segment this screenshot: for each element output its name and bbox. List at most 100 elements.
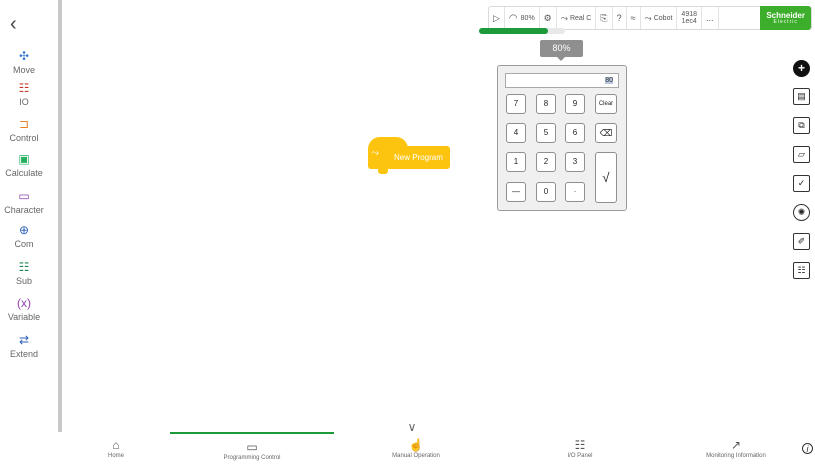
key-9[interactable]: 9 xyxy=(565,94,585,114)
keypad-display-value: 80 xyxy=(605,77,613,84)
run-button[interactable]: ▷ xyxy=(489,7,505,29)
sliders-icon: ☷ xyxy=(574,438,586,452)
lock-button[interactable]: ✐ xyxy=(793,233,810,250)
clipboard-button[interactable]: ⎘ xyxy=(596,7,613,29)
block-body: New Program xyxy=(368,146,450,169)
variable-icon: (x) xyxy=(17,296,31,310)
new-program-block[interactable]: New Program ⤳ xyxy=(368,137,450,176)
robot-arm-icon: ⤳ xyxy=(644,12,652,23)
keypad-display[interactable]: 80 xyxy=(505,73,619,88)
settings-button[interactable]: ⚙ xyxy=(540,7,557,29)
back-button[interactable]: ‹ xyxy=(10,14,30,34)
sidebar-item-move[interactable]: ✣ Move xyxy=(0,49,48,75)
wifi-icon: ≈ xyxy=(630,13,636,23)
mode-button[interactable]: ⤳ Real C xyxy=(557,7,597,29)
sidebar-item-control[interactable]: ⊐ Control xyxy=(0,117,48,143)
hand-icon: ☝ xyxy=(408,438,424,452)
tab-programming-label: Programming Control xyxy=(223,455,281,461)
globe-icon: ⊕ xyxy=(18,223,30,237)
io-icon: ☷ xyxy=(18,81,30,95)
tab-manual-label: Manual Operation xyxy=(392,453,440,459)
save-button[interactable]: ▤ xyxy=(793,88,810,105)
debug-button[interactable]: ✺ xyxy=(793,204,810,221)
help-button[interactable]: ? xyxy=(613,7,627,29)
key-5[interactable]: 5 xyxy=(536,123,556,143)
robot-arm-icon: ⤳ xyxy=(560,12,568,23)
tab-io-panel[interactable]: ☷ I/O Panel xyxy=(498,432,662,467)
key-2[interactable]: 2 xyxy=(536,152,556,172)
block-label: New Program xyxy=(394,153,443,162)
sidebar-item-variable[interactable]: (x) Variable xyxy=(0,296,48,322)
tab-monitoring-information[interactable]: ↗ Monitoring Information xyxy=(662,432,810,467)
numeric-keypad: 80 7 8 9 Clear 4 5 6 ⌫ 1 2 3 √ — 0 · xyxy=(497,65,627,211)
more-button[interactable]: ... xyxy=(702,7,719,29)
calculator-button[interactable]: ☷ xyxy=(793,262,810,279)
add-button[interactable]: + xyxy=(793,60,810,77)
robot-button[interactable]: ⤳ Cobot xyxy=(641,7,678,29)
open-folder-button[interactable]: ▱ xyxy=(793,146,810,163)
check-icon: ✓ xyxy=(797,178,806,188)
key-8[interactable]: 8 xyxy=(536,94,556,114)
robot-id: 4918 1ec4 xyxy=(677,7,702,29)
backspace-icon: ⌫ xyxy=(599,128,613,138)
monitor-icon: ▭ xyxy=(246,440,258,454)
wifi-button[interactable]: ≈ xyxy=(627,7,641,29)
more-label: ... xyxy=(706,13,714,23)
key-6[interactable]: 6 xyxy=(565,123,585,143)
robot-label: Cobot xyxy=(653,14,673,22)
key-1[interactable]: 1 xyxy=(506,152,526,172)
sidebar-item-extend[interactable]: ⇄ Extend xyxy=(0,333,48,359)
help-label: ? xyxy=(616,13,622,23)
move-arrows-icon: ✣ xyxy=(18,49,30,63)
speed-value: 80% xyxy=(520,14,535,22)
key-confirm[interactable]: √ xyxy=(595,152,617,203)
key-clear[interactable]: Clear xyxy=(595,94,617,114)
check-button[interactable]: ✓ xyxy=(793,175,810,192)
play-icon: ▷ xyxy=(493,12,500,23)
calculate-icon: ▣ xyxy=(18,152,30,166)
key-4[interactable]: 4 xyxy=(506,123,526,143)
lock-icon: ✐ xyxy=(797,236,806,246)
tab-io-label: I/O Panel xyxy=(567,453,593,459)
key-7[interactable]: 7 xyxy=(506,94,526,114)
key-backspace[interactable]: ⌫ xyxy=(595,123,617,143)
mode-label: Real C xyxy=(569,14,592,22)
chevron-left-icon: ‹ xyxy=(10,13,17,35)
open-folder-icon: ▱ xyxy=(798,149,805,159)
speed-slider-fill xyxy=(479,28,548,34)
save-as-icon: ⧉ xyxy=(798,120,805,130)
sidebar-item-sub[interactable]: ☷ Sub xyxy=(0,260,48,286)
info-icon[interactable]: i xyxy=(802,443,813,454)
tab-manual-operation[interactable]: ☝ Manual Operation xyxy=(334,432,498,467)
save-icon: ▤ xyxy=(797,91,806,101)
speed-slider[interactable] xyxy=(479,28,565,34)
sidebar-item-io[interactable]: ☷ IO xyxy=(0,81,48,107)
top-status-bar: ▷ ◠ 80% ⚙ ⤳ Real C ⎘ ? ≈ ⤳ Cobot 4918 1e… xyxy=(488,6,812,30)
speed-tooltip: 80% xyxy=(540,40,583,61)
robot-id-line2: 1ec4 xyxy=(681,18,697,25)
robot-id-line1: 4918 xyxy=(681,11,697,18)
sidebar-item-character[interactable]: ▭ Character xyxy=(0,189,48,215)
tab-programming-control[interactable]: ▭ Programming Control xyxy=(170,432,334,467)
brand-subname: Electric xyxy=(773,18,798,25)
key-decimal[interactable]: · xyxy=(565,182,585,202)
bottom-navigation: ⌂ Home ▭ Programming Control ☝ Manual Op… xyxy=(62,432,815,467)
control-icon: ⊐ xyxy=(18,117,30,131)
sidebar-item-com[interactable]: ⊕ Com xyxy=(0,223,48,249)
left-sidebar: ‹ ✣ Move ☷ IO ⊐ Control ▣ Calculate ▭ Ch… xyxy=(0,0,58,467)
character-icon: ▭ xyxy=(18,189,30,203)
key-minus[interactable]: — xyxy=(506,182,526,202)
sidebar-item-calculate[interactable]: ▣ Calculate xyxy=(0,152,48,178)
block-tab xyxy=(378,168,388,174)
speed-button[interactable]: ◠ 80% xyxy=(505,7,540,29)
sidebar-divider[interactable] xyxy=(58,0,62,432)
brand-logo: Schneider Electric xyxy=(760,6,811,30)
tab-home[interactable]: ⌂ Home xyxy=(62,432,170,467)
key-0[interactable]: 0 xyxy=(536,182,556,202)
key-3[interactable]: 3 xyxy=(565,152,585,172)
calculator-icon: ☷ xyxy=(797,265,806,275)
grid-icon: ☷ xyxy=(18,260,30,274)
extend-icon: ⇄ xyxy=(18,333,30,347)
save-as-button[interactable]: ⧉ xyxy=(793,117,810,134)
debug-icon: ✺ xyxy=(797,207,806,217)
